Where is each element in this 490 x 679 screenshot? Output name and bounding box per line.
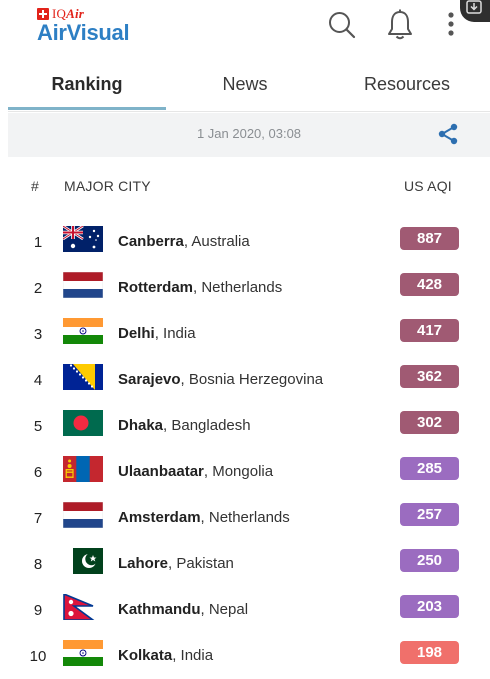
aqi-badge: 362 (400, 365, 459, 388)
rank-number: 9 (33, 602, 43, 619)
country-name: , Netherlands (193, 279, 283, 296)
ranking-row[interactable]: 5 Dhaka, Bangladesh 302 (8, 408, 490, 454)
aqi-badge: 285 (400, 457, 459, 480)
tab-news[interactable]: News (166, 62, 324, 110)
country-name: , India (172, 647, 214, 664)
city-label: Kathmandu, Nepal (118, 601, 248, 618)
aqi-badge: 887 (400, 227, 459, 250)
rank-number: 10 (29, 648, 47, 665)
ranking-row[interactable]: 4 Sarajevo, Bosnia Herzegovina 362 (8, 362, 490, 408)
ranking-row[interactable]: 7 Amsterdam, Netherlands 257 (8, 500, 490, 546)
country-name: , Netherlands (200, 509, 290, 526)
city-name: Canberra (118, 233, 184, 250)
india-flag-icon (63, 318, 103, 344)
city-label: Delhi, India (118, 325, 196, 342)
country-name: , Pakistan (168, 555, 234, 572)
netherlands-flag-icon (63, 502, 103, 528)
aqi-badge: 257 (400, 503, 459, 526)
aqi-badge: 428 (400, 273, 459, 296)
country-name: , Bosnia Herzegovina (180, 371, 324, 388)
swiss-flag-icon (37, 8, 49, 20)
city-name: Dhaka (118, 417, 164, 434)
city-name: Delhi (118, 325, 155, 342)
city-name: Ulaanbaatar (118, 463, 204, 480)
column-header-aqi: US AQI (404, 178, 452, 194)
tab-bar: Ranking News Resources (8, 62, 490, 112)
active-tab-indicator (8, 107, 166, 110)
city-name: Sarajevo (118, 371, 181, 388)
rank-number: 4 (33, 372, 43, 389)
city-name: Amsterdam (118, 509, 201, 526)
ranking-row[interactable]: 10 Kolkata, India 198 (8, 638, 490, 679)
city-name: Lahore (118, 555, 169, 572)
netherlands-flag-icon (63, 272, 103, 298)
aqi-badge: 250 (400, 549, 459, 572)
iq-prefix: IQ (52, 6, 67, 21)
rank-number: 5 (33, 418, 43, 435)
tab-resources[interactable]: Resources (324, 62, 490, 110)
country-name: , Nepal (200, 601, 249, 618)
rank-number: 2 (33, 280, 43, 297)
timestamp: 1 Jan 2020, 03:08 (196, 126, 302, 141)
country-name: , Bangladesh (163, 417, 251, 434)
ranking-row[interactable]: 9 Kathmandu, Nepal 203 (8, 592, 490, 638)
city-label: Lahore, Pakistan (118, 555, 234, 572)
rank-number: 3 (33, 326, 43, 343)
aqi-badge: 417 (400, 319, 459, 342)
ranking-row[interactable]: 3 Delhi, India 417 (8, 316, 490, 362)
download-icon[interactable] (460, 0, 490, 22)
country-name: , India (154, 325, 196, 342)
aqi-badge: 302 (400, 411, 459, 434)
iq-suffix: Air (66, 6, 85, 21)
city-label: Rotterdam, Netherlands (118, 279, 282, 296)
australia-flag-icon (63, 226, 103, 252)
app-title: AirVisual (37, 20, 130, 45)
mongolia-flag-icon (63, 456, 103, 482)
app-header: IQAir AirVisual (0, 0, 490, 56)
column-header-rank: # (31, 178, 39, 194)
rank-number: 8 (33, 556, 43, 573)
pakistan-flag-icon (63, 548, 103, 574)
rank-number: 7 (33, 510, 43, 527)
rank-number: 6 (33, 464, 43, 481)
ranking-row[interactable]: 1 Canberra, Australia 887 (8, 224, 490, 270)
bosnia-flag-icon (63, 364, 103, 390)
date-bar: 1 Jan 2020, 03:08 (8, 113, 490, 157)
city-label: Dhaka, Bangladesh (118, 417, 251, 434)
aqi-badge: 198 (400, 641, 459, 664)
tab-ranking[interactable]: Ranking (8, 62, 166, 110)
aqi-badge: 203 (400, 595, 459, 618)
country-name: , Mongolia (203, 463, 274, 480)
india-flag-icon (63, 640, 103, 666)
share-icon[interactable] (436, 122, 460, 146)
city-label: Sarajevo, Bosnia Herzegovina (118, 371, 323, 388)
city-label: Ulaanbaatar, Mongolia (118, 463, 273, 480)
ranking-row[interactable]: 6 Ulaanbaatar, Mongolia 285 (8, 454, 490, 500)
ranking-row[interactable]: 2 Rotterdam, Netherlands 428 (8, 270, 490, 316)
city-label: Kolkata, India (118, 647, 213, 664)
rank-number: 1 (33, 234, 43, 251)
city-name: Rotterdam (118, 279, 194, 296)
search-icon[interactable] (327, 10, 357, 40)
ranking-row[interactable]: 8 Lahore, Pakistan 250 (8, 546, 490, 592)
city-name: Kathmandu (118, 601, 201, 618)
bangladesh-flag-icon (63, 410, 103, 436)
city-name: Kolkata (118, 647, 173, 664)
column-header-city: MAJOR CITY (64, 178, 151, 194)
nepal-flag-icon (63, 594, 103, 620)
bell-icon[interactable] (386, 9, 414, 41)
city-label: Amsterdam, Netherlands (118, 509, 290, 526)
city-label: Canberra, Australia (118, 233, 250, 250)
more-vertical-icon[interactable] (444, 10, 458, 40)
country-name: , Australia (183, 233, 250, 250)
